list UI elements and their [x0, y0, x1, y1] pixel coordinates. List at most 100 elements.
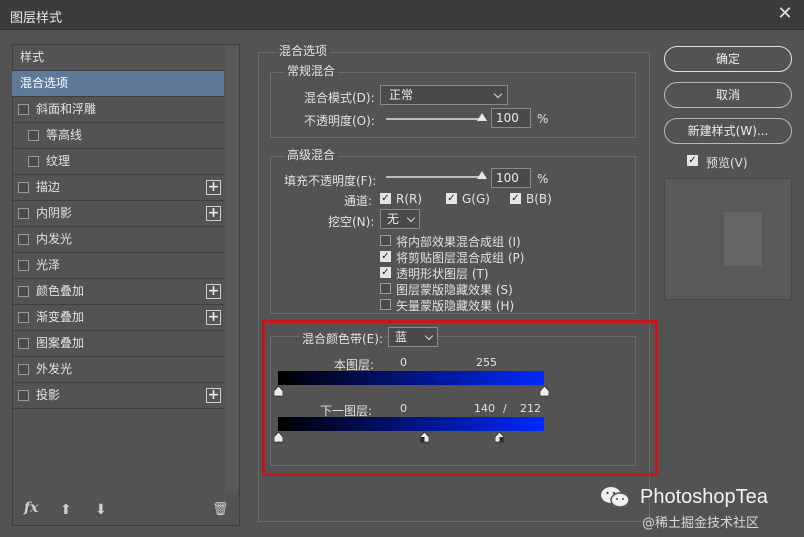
advanced-option[interactable]: 图层蒙版隐藏效果 (S) [380, 281, 620, 297]
add-icon[interactable]: + [206, 206, 221, 221]
blend-mode-select[interactable]: 正常 [380, 85, 508, 105]
style-item[interactable]: 渐变叠加 + [12, 305, 224, 331]
blend-mode-label: 混合模式(D): [304, 91, 375, 105]
style-item-checkbox[interactable] [18, 390, 29, 401]
fill-opacity-input[interactable]: 100 [491, 168, 531, 188]
channel-b-label: B(B) [526, 192, 552, 206]
preview-swatch-inner [724, 212, 762, 266]
channels-label: 通道: [344, 194, 373, 208]
channel-r-label: R(R) [396, 192, 423, 206]
style-item-checkbox[interactable] [18, 338, 29, 349]
style-item-checkbox[interactable] [18, 208, 29, 219]
add-icon[interactable]: + [206, 310, 221, 325]
style-item-label: 投影 [36, 388, 61, 402]
move-up-icon[interactable]: ⬆ [60, 502, 72, 518]
style-item-label: 内发光 [36, 232, 73, 246]
ok-button[interactable]: 确定 [664, 46, 792, 72]
cancel-button[interactable]: 取消 [664, 82, 792, 108]
preview-checkbox[interactable]: ✓ [687, 155, 698, 166]
channel-r-checkbox[interactable]: ✓ [380, 193, 391, 204]
style-item[interactable]: 样式 [12, 45, 224, 71]
style-item-label: 等高线 [46, 128, 83, 142]
style-item[interactable]: 外发光 [12, 357, 224, 383]
knockout-label: 挖空(N): [328, 215, 375, 229]
style-item[interactable]: 图案叠加 [12, 331, 224, 357]
style-item-checkbox[interactable] [28, 130, 39, 141]
style-item-label: 斜面和浮雕 [36, 102, 97, 116]
highlight-frame [262, 320, 658, 476]
style-item-label: 颜色叠加 [36, 284, 85, 298]
advanced-option[interactable]: 将内部效果混合成组 (I) [380, 233, 620, 249]
advanced-option[interactable]: ✓ 透明形状图层 (T) [380, 265, 620, 281]
style-item-label: 外发光 [36, 362, 73, 376]
channel-g-checkbox[interactable]: ✓ [446, 193, 457, 204]
advanced-option[interactable]: 矢量蒙版隐藏效果 (H) [380, 297, 620, 313]
style-item-label: 渐变叠加 [36, 310, 85, 324]
trash-icon[interactable]: 🗑 [212, 502, 229, 517]
advanced-option-label: 透明形状图层 (T) [396, 267, 489, 281]
move-down-icon[interactable]: ⬇ [95, 502, 107, 518]
style-item[interactable]: 内阴影 + [12, 201, 224, 227]
style-item-label: 混合选项 [20, 76, 69, 90]
style-item-checkbox[interactable] [18, 234, 29, 245]
add-icon[interactable]: + [206, 180, 221, 195]
style-item[interactable]: 纹理 [12, 149, 224, 175]
fill-opacity-unit: % [537, 172, 549, 186]
style-item[interactable]: 混合选项 [12, 71, 224, 97]
style-item[interactable]: 描边 + [12, 175, 224, 201]
style-item[interactable]: 内发光 [12, 227, 224, 253]
advanced-option-checkbox[interactable]: ✓ [380, 251, 391, 262]
style-item-label: 描边 [36, 180, 61, 194]
style-item-label: 图案叠加 [36, 336, 85, 350]
opacity-unit: % [537, 112, 549, 126]
style-item-label: 样式 [20, 50, 45, 64]
fill-opacity-slider-thumb[interactable] [477, 171, 487, 179]
wechat-icon [600, 486, 630, 508]
style-item-checkbox[interactable] [18, 182, 29, 193]
advanced-option-checkbox[interactable] [380, 235, 391, 246]
style-item-checkbox[interactable] [18, 104, 29, 115]
fill-opacity-slider[interactable] [386, 176, 486, 178]
styles-scrollbar[interactable] [226, 45, 238, 491]
general-blending-title: 常规混合 [284, 62, 339, 79]
style-item[interactable]: 斜面和浮雕 [12, 97, 224, 123]
style-item[interactable]: 投影 + [12, 383, 224, 409]
knockout-value: 无 [387, 212, 400, 226]
fx-icon[interactable]: fx [24, 500, 38, 516]
style-item-checkbox[interactable] [18, 312, 29, 323]
style-item[interactable]: 光泽 [12, 253, 224, 279]
opacity-label: 不透明度(O): [304, 114, 375, 128]
style-item-checkbox[interactable] [18, 260, 29, 271]
new-style-button[interactable]: 新建样式(W)... [664, 118, 792, 144]
fill-opacity-label: 填充不透明度(F): [284, 174, 377, 188]
advanced-options-list: 将内部效果混合成组 (I) ✓ 将剪贴图层混合成组 (P) ✓ 透明形状图层 (T) 图层… [380, 233, 620, 313]
style-item-checkbox[interactable] [18, 364, 29, 375]
advanced-option-label: 矢量蒙版隐藏效果 (H) [396, 299, 515, 313]
advanced-option-checkbox[interactable]: ✓ [380, 267, 391, 278]
styles-list: 样式 混合选项 斜面和浮雕 等高线 纹理 描边 + 内阴影 + 内发光 光泽 颜色叠加 + 渐变叠加 + 图案… [12, 45, 224, 409]
close-icon[interactable]: ✕ [774, 3, 796, 25]
dialog-title: 图层样式 [10, 11, 63, 26]
channel-g-label: G(G) [462, 192, 490, 206]
opacity-input[interactable]: 100 [491, 108, 531, 128]
style-item[interactable]: 颜色叠加 + [12, 279, 224, 305]
advanced-option-label: 将剪贴图层混合成组 (P) [396, 251, 525, 265]
advanced-option-checkbox[interactable] [380, 283, 391, 294]
blend-mode-value: 正常 [389, 88, 414, 102]
style-item-checkbox[interactable] [28, 156, 39, 167]
advanced-option-checkbox[interactable] [380, 299, 391, 310]
add-icon[interactable]: + [206, 284, 221, 299]
channel-b-checkbox[interactable]: ✓ [510, 193, 521, 204]
advanced-option-label: 将内部效果混合成组 (I) [396, 235, 521, 249]
title-bar: 图层样式 ✕ [0, 0, 804, 30]
knockout-select[interactable]: 无 [380, 209, 420, 229]
advanced-option[interactable]: ✓ 将剪贴图层混合成组 (P) [380, 249, 620, 265]
preview-label: 预览(V) [706, 156, 748, 170]
opacity-slider-thumb[interactable] [477, 113, 487, 121]
style-item-checkbox[interactable] [18, 286, 29, 297]
advanced-option-label: 图层蒙版隐藏效果 (S) [396, 283, 513, 297]
opacity-slider[interactable] [386, 118, 486, 120]
style-item[interactable]: 等高线 [12, 123, 224, 149]
add-icon[interactable]: + [206, 388, 221, 403]
chevron-down-icon [493, 89, 503, 99]
